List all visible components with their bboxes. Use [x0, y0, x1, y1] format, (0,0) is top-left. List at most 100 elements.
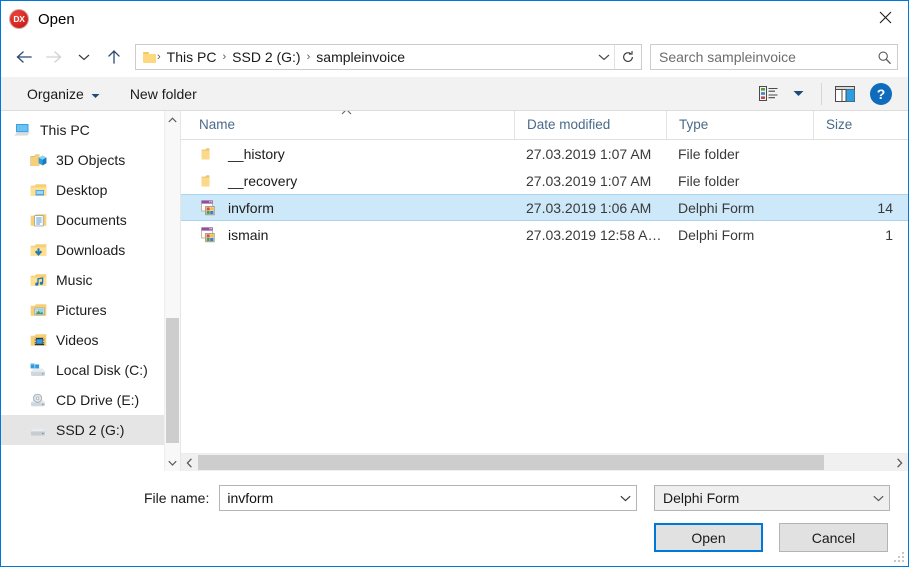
sidebar-item-label: SSD 2 (G:) [56, 422, 125, 438]
file-type-combobox[interactable]: Delphi Form [654, 485, 890, 511]
command-bar: Organize New folder ? [1, 77, 908, 111]
sidebar-item-music[interactable]: Music [1, 265, 180, 295]
file-date-cell: 27.03.2019 1:07 AM [526, 172, 652, 189]
recent-locations-chevron-icon [78, 54, 90, 61]
delphi-form-icon [199, 226, 219, 244]
sidebar-item-local-disk-c[interactable]: Local Disk (C:) [1, 355, 180, 385]
file-date-cell: 27.03.2019 12:58 A… [526, 226, 662, 243]
search-icon [871, 50, 897, 65]
file-name-combobox[interactable] [219, 485, 638, 511]
view-options-dropdown[interactable] [783, 79, 813, 109]
scroll-right-button[interactable] [891, 454, 908, 471]
search-box[interactable] [650, 44, 898, 70]
table-row[interactable]: invform 27.03.2019 1:06 AM Delphi Form 1… [181, 194, 908, 221]
file-name-label: invform [228, 199, 274, 216]
preview-pane-button[interactable] [830, 79, 860, 109]
sidebar-item-pictures[interactable]: Pictures [1, 295, 180, 325]
recent-locations-button[interactable] [69, 42, 99, 72]
new-folder-button[interactable]: New folder [122, 82, 205, 106]
sidebar-item-label: This PC [40, 122, 90, 138]
file-name-cell: __history [181, 145, 514, 163]
close-button[interactable] [862, 1, 908, 34]
up-button[interactable] [99, 42, 129, 72]
back-arrow-icon [16, 51, 32, 63]
chevron-down-icon [620, 495, 631, 501]
column-header-size[interactable]: Size [813, 111, 893, 139]
table-row[interactable]: __recovery 27.03.2019 1:07 AM File folde… [181, 167, 908, 194]
forward-arrow-icon [46, 51, 62, 63]
sidebar-scrollbar-thumb[interactable] [166, 318, 179, 443]
command-bar-right: ? [753, 77, 908, 110]
file-name-input[interactable] [220, 490, 615, 506]
file-list-pane: Name Date modified Type Size __history 2… [181, 111, 908, 471]
sidebar-item-desktop[interactable]: Desktop [1, 175, 180, 205]
file-size-cell: 14 [877, 199, 893, 216]
horizontal-scrollbar[interactable] [181, 453, 908, 471]
column-header-name[interactable]: Name [181, 111, 514, 139]
file-type-dropdown-button[interactable] [867, 495, 889, 502]
column-headers: Name Date modified Type Size [181, 111, 908, 140]
breadcrumb-bar[interactable]: › This PC › SSD 2 (G:) › sampleinvoice [135, 44, 642, 70]
organize-button[interactable]: Organize [19, 82, 108, 106]
cancel-button[interactable]: Cancel [779, 523, 888, 552]
file-name-dropdown-button[interactable] [614, 495, 636, 502]
sidebar-item-label: Videos [56, 332, 99, 348]
horizontal-scrollbar-thumb[interactable] [198, 455, 825, 470]
forward-button[interactable] [39, 42, 69, 72]
file-type-cell: Delphi Form [678, 199, 755, 216]
help-button[interactable]: ? [870, 82, 892, 105]
sidebar-item-this-pc[interactable]: This PC [1, 115, 180, 145]
sidebar-scroll-up-button[interactable] [165, 111, 180, 128]
file-name-label: ismain [228, 226, 269, 243]
file-type-cell: File folder [678, 172, 740, 189]
file-name-label: __recovery [228, 172, 298, 189]
sidebar-item-ssd-2-g[interactable]: SSD 2 (G:) [1, 415, 180, 445]
sidebar-item-3d-objects[interactable]: 3D Objects [1, 145, 180, 175]
column-header-date-modified[interactable]: Date modified [514, 111, 666, 139]
open-button[interactable]: Open [654, 523, 763, 552]
3d-objects-icon [29, 151, 47, 169]
preview-pane-icon [835, 85, 855, 102]
pictures-icon [29, 301, 47, 319]
chevron-left-icon [186, 457, 192, 468]
chevron-down-icon [872, 495, 884, 501]
file-name-cell: ismain [181, 226, 514, 244]
sidebar-item-videos[interactable]: Videos [1, 325, 180, 355]
table-row[interactable]: __history 27.03.2019 1:07 AM File folder [181, 140, 908, 167]
hard-drive-icon [29, 421, 47, 439]
sidebar-item-documents[interactable]: Documents [1, 205, 180, 235]
this-pc-icon [13, 121, 31, 139]
sidebar-scroll-down-button[interactable] [165, 454, 180, 471]
documents-icon [29, 211, 47, 229]
breadcrumb-item-ssd-2[interactable]: SSD 2 (G:) [227, 47, 305, 67]
column-header-type[interactable]: Type [666, 111, 813, 139]
back-button[interactable] [9, 42, 39, 72]
up-arrow-icon [108, 50, 120, 64]
view-options-button[interactable] [753, 79, 783, 109]
hard-drive-icon [29, 361, 47, 379]
downloads-icon [29, 241, 47, 259]
sidebar-item-label: 3D Objects [56, 152, 126, 168]
breadcrumb-item-sampleinvoice[interactable]: sampleinvoice [311, 47, 410, 67]
organize-label: Organize [27, 85, 84, 102]
resize-grip-icon[interactable] [894, 552, 905, 563]
search-input[interactable] [651, 49, 871, 65]
sidebar-item-label: Local Disk (C:) [56, 362, 148, 378]
refresh-button[interactable] [614, 45, 641, 69]
table-row[interactable]: ismain 27.03.2019 12:58 A… Delphi Form 1 [181, 221, 908, 248]
dx-badge-icon: DX [10, 10, 28, 28]
sidebar-item-cd-drive-e[interactable]: CD Drive (E:) [1, 385, 180, 415]
toolbar-divider [821, 82, 822, 105]
scroll-left-button[interactable] [181, 454, 198, 471]
breadcrumb-dropdown-button[interactable] [594, 45, 614, 69]
sidebar-item-label: Music [56, 272, 93, 288]
breadcrumb-item-this-pc[interactable]: This PC [162, 47, 222, 67]
folder-icon [199, 145, 219, 163]
file-name-label: __history [228, 145, 285, 162]
videos-icon [29, 331, 47, 349]
sidebar-scrollbar[interactable] [164, 111, 180, 471]
cd-drive-icon [29, 391, 47, 409]
sidebar-item-downloads[interactable]: Downloads [1, 235, 180, 265]
title-bar: DX Open [1, 1, 908, 37]
horizontal-scrollbar-track[interactable] [198, 454, 891, 471]
